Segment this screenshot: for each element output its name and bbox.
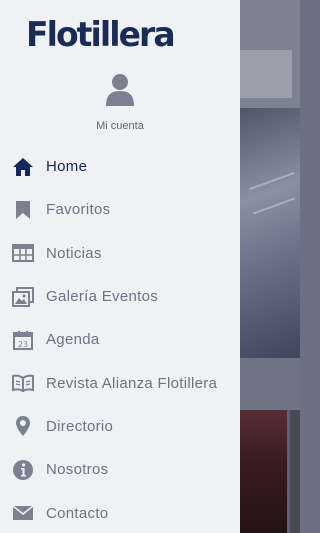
gallery-icon xyxy=(12,286,34,308)
menu-item-label: Galería Eventos xyxy=(46,288,159,306)
menu-item-agenda[interactable]: 23 Agenda xyxy=(0,318,240,361)
background-section xyxy=(240,358,300,410)
info-icon xyxy=(12,459,34,481)
calendar-icon-text: 23 xyxy=(18,340,28,349)
menu-item-favoritos[interactable]: Favoritos xyxy=(0,188,240,231)
background-featured-image xyxy=(240,108,300,358)
bookmark-icon xyxy=(12,199,34,221)
envelope-icon xyxy=(12,502,34,524)
avatar-icon[interactable] xyxy=(104,72,136,106)
location-pin-icon xyxy=(12,415,34,437)
menu-item-contacto[interactable]: Contacto xyxy=(0,491,240,533)
menu-item-nosotros[interactable]: Nosotros xyxy=(0,448,240,491)
book-icon xyxy=(12,372,34,394)
news-icon xyxy=(12,242,34,264)
app-logo: Flotillera xyxy=(26,15,176,55)
background-search-bar xyxy=(240,50,292,98)
account-label[interactable]: Mi cuenta xyxy=(0,120,240,132)
menu-item-directorio[interactable]: Directorio xyxy=(0,405,240,448)
menu-item-home[interactable]: Home xyxy=(0,145,240,188)
background-thumbnail xyxy=(290,410,300,533)
menu-item-label: Nosotros xyxy=(46,461,109,479)
menu-item-label: Directorio xyxy=(46,417,114,435)
menu-item-label: Contacto xyxy=(46,504,109,522)
menu-item-label: Favoritos xyxy=(46,201,111,219)
menu-item-label: Revista Alianza Flotillera xyxy=(46,374,218,392)
menu-item-revista[interactable]: Revista Alianza Flotillera xyxy=(0,361,240,404)
menu-item-noticias[interactable]: Noticias xyxy=(0,232,240,275)
menu-item-label: Noticias xyxy=(46,244,102,262)
menu-item-galeria-eventos[interactable]: Galería Eventos xyxy=(0,275,240,318)
menu-item-label: Agenda xyxy=(46,331,100,349)
background-thumbnail xyxy=(240,410,287,533)
calendar-icon: 23 xyxy=(12,329,34,351)
navigation-drawer: Flotillera Mi cuenta Home Favoritos Noti… xyxy=(0,0,240,533)
home-icon xyxy=(12,156,34,178)
drawer-menu: Home Favoritos Noticias Galería Eventos … xyxy=(0,145,240,533)
menu-item-label: Home xyxy=(46,158,88,176)
